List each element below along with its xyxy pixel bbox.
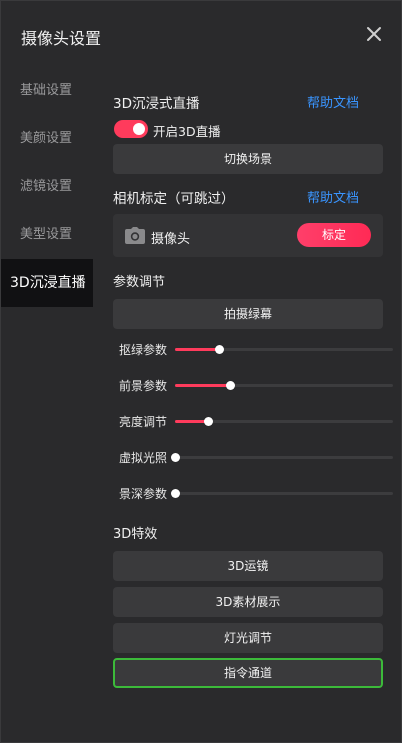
slider-label: 虚拟光照 xyxy=(119,451,168,465)
immersive-help-link[interactable]: 帮助文档 xyxy=(307,92,359,111)
slider-label: 景深参数 xyxy=(119,487,168,501)
sidebar-item-basic[interactable]: 基础设置 xyxy=(1,67,93,115)
slider-label: 抠绿参数 xyxy=(119,343,168,357)
virtual-light-slider-row: 虚拟光照 xyxy=(119,449,393,465)
camera-label: 摄像头 xyxy=(151,232,191,247)
slider-fill xyxy=(175,348,219,351)
depth-of-field-slider[interactable] xyxy=(171,489,393,498)
virtual-light-slider[interactable] xyxy=(171,453,393,462)
camera-card: 摄像头 标定 xyxy=(113,214,383,257)
3d-camera-move-button[interactable]: 3D运镜 xyxy=(113,551,383,581)
camera-icon xyxy=(125,227,145,244)
slider-thumb[interactable] xyxy=(171,453,180,462)
sidebar-item-beauty[interactable]: 美颜设置 xyxy=(1,115,93,163)
slider-thumb[interactable] xyxy=(225,381,235,390)
slider-thumb[interactable] xyxy=(203,417,213,426)
sidebar-item-3d-immersive[interactable]: 3D沉浸直播 xyxy=(1,259,93,307)
sidebar-item-shape[interactable]: 美型设置 xyxy=(1,211,93,259)
command-channel-button[interactable]: 指令通道 xyxy=(113,658,383,688)
toggle-knob xyxy=(133,123,145,135)
chroma-key-slider-row: 抠绿参数 xyxy=(119,341,393,357)
params-section-title: 参数调节 xyxy=(113,275,166,290)
enable-3d-label: 开启3D直播 xyxy=(153,124,221,139)
calibration-section-title: 相机标定（可跳过） xyxy=(113,191,235,207)
shoot-green-screen-button[interactable]: 拍摄绿幕 xyxy=(113,299,383,329)
calibration-help-link[interactable]: 帮助文档 xyxy=(307,187,359,206)
calibrate-button[interactable]: 标定 xyxy=(297,223,371,247)
slider-thumb[interactable] xyxy=(171,489,180,498)
switch-scene-button[interactable]: 切换场景 xyxy=(113,144,383,174)
sidebar-item-filter[interactable]: 滤镜设置 xyxy=(1,163,93,211)
enable-3d-toggle[interactable] xyxy=(114,120,148,138)
window-title: 摄像头设置 xyxy=(21,29,102,48)
close-icon[interactable] xyxy=(363,23,385,45)
depth-of-field-slider-row: 景深参数 xyxy=(119,485,393,501)
foreground-slider[interactable] xyxy=(175,381,393,390)
light-adjust-button[interactable]: 灯光调节 xyxy=(113,623,383,653)
slider-label: 亮度调节 xyxy=(119,415,168,429)
effects-section-title: 3D特效 xyxy=(113,527,158,542)
slider-fill xyxy=(175,420,208,423)
slider-label: 前景参数 xyxy=(119,379,168,393)
immersive-section-title: 3D沉浸式直播 xyxy=(113,96,200,112)
brightness-slider[interactable] xyxy=(175,417,393,426)
3d-material-display-button[interactable]: 3D素材展示 xyxy=(113,587,383,617)
brightness-slider-row: 亮度调节 xyxy=(119,413,393,429)
camera-settings-panel: 摄像头设置 基础设置 美颜设置 滤镜设置 美型设置 3D沉浸直播 3D沉浸式直播… xyxy=(0,0,402,743)
slider-thumb[interactable] xyxy=(214,345,224,354)
slider-fill xyxy=(175,384,230,387)
foreground-slider-row: 前景参数 xyxy=(119,377,393,393)
sidebar-nav: 基础设置 美颜设置 滤镜设置 美型设置 3D沉浸直播 xyxy=(1,67,93,307)
chroma-key-slider[interactable] xyxy=(175,345,393,354)
